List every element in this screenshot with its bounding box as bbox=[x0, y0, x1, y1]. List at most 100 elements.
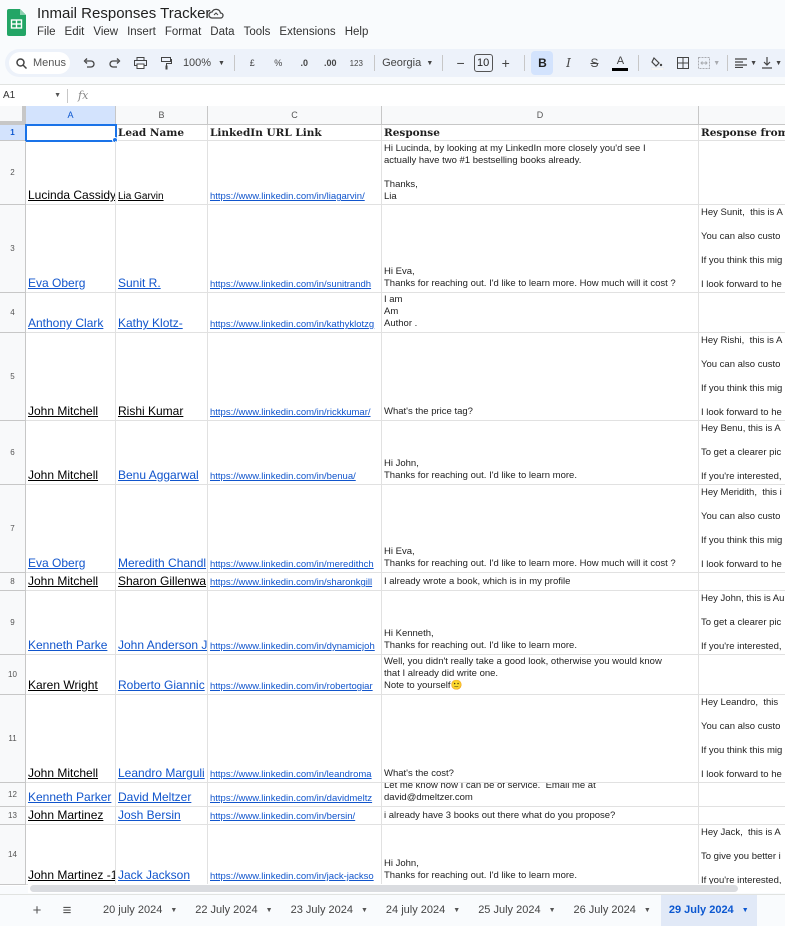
italic-button[interactable]: I bbox=[557, 51, 579, 75]
zoom-select[interactable]: 100% bbox=[182, 51, 213, 75]
sheet-tab-dropdown-icon[interactable]: ▼ bbox=[361, 907, 368, 914]
table-cell[interactable]: https://www.linkedin.com/in/leandroma bbox=[208, 695, 382, 783]
column-header-d[interactable]: D bbox=[382, 106, 699, 125]
font-dropdown-icon[interactable]: ▼ bbox=[425, 51, 435, 75]
linkedin-url-link[interactable]: https://www.linkedin.com/in/sunitrandh bbox=[210, 279, 379, 290]
table-cell[interactable]: Well, you didn't really take a good look… bbox=[382, 655, 699, 695]
table-cell[interactable] bbox=[699, 783, 785, 807]
table-cell[interactable]: Roberto Giannic bbox=[116, 655, 208, 695]
sheet-tab[interactable]: 24 july 2024 ▼ bbox=[378, 895, 468, 926]
table-cell[interactable]: https://www.linkedin.com/in/davidmeltz bbox=[208, 783, 382, 807]
sender-name[interactable]: John Mitchell bbox=[28, 766, 113, 780]
column-header-a[interactable]: A bbox=[26, 106, 116, 125]
table-cell[interactable]: I already wrote a book, which is in my p… bbox=[382, 573, 699, 591]
bold-button[interactable]: B bbox=[531, 51, 554, 75]
table-cell[interactable]: https://www.linkedin.com/in/rickkumar/ bbox=[208, 333, 382, 421]
sender-name[interactable]: John Mitchell bbox=[28, 574, 113, 588]
table-cell[interactable]: John Martinez bbox=[26, 807, 116, 825]
table-cell[interactable]: Hi John, Thanks for reaching out. I'd li… bbox=[382, 825, 699, 885]
cloud-saved-icon[interactable] bbox=[208, 7, 224, 21]
sheet-tab[interactable]: 20 july 2024 ▼ bbox=[95, 895, 185, 926]
table-cell[interactable]: Rishi Kumar bbox=[116, 333, 208, 421]
horizontal-scrollbar-thumb[interactable] bbox=[30, 885, 738, 892]
menu-help[interactable]: Help bbox=[345, 26, 374, 38]
sender-name[interactable]: John Mitchell bbox=[28, 468, 113, 482]
vertical-align-button[interactable]: ▼ bbox=[761, 51, 783, 75]
row-header[interactable]: 10 bbox=[0, 655, 26, 695]
table-cell[interactable]: https://www.linkedin.com/in/meredithch bbox=[208, 485, 382, 573]
text-color-button[interactable]: A bbox=[609, 51, 631, 75]
table-cell[interactable]: https://www.linkedin.com/in/jack-jackso bbox=[208, 825, 382, 885]
lead-name-link[interactable]: Leandro Marguli bbox=[118, 766, 205, 780]
table-cell[interactable]: Hi Lucinda, by looking at my LinkedIn mo… bbox=[382, 141, 699, 205]
sender-name[interactable]: Eva Oberg bbox=[28, 276, 113, 290]
table-cell[interactable]: Kenneth Parke bbox=[26, 591, 116, 655]
sheet-tab-dropdown-icon[interactable]: ▼ bbox=[170, 907, 177, 914]
row-header[interactable]: 14 bbox=[0, 825, 26, 885]
print-button[interactable] bbox=[130, 51, 152, 75]
table-cell[interactable]: Jack Jackson bbox=[116, 825, 208, 885]
sender-name[interactable]: Karen Wright bbox=[28, 678, 113, 692]
linkedin-url-link[interactable]: https://www.linkedin.com/in/leandroma bbox=[210, 769, 379, 780]
table-cell[interactable]: I am Am Author . bbox=[382, 293, 699, 333]
linkedin-url-link[interactable]: https://www.linkedin.com/in/davidmeltz bbox=[210, 793, 379, 804]
redo-button[interactable] bbox=[104, 51, 126, 75]
lead-name-link[interactable]: Kathy Klotz- bbox=[118, 316, 205, 330]
table-cell[interactable]: Hi Kenneth, Thanks for reaching out. I'd… bbox=[382, 591, 699, 655]
sender-name[interactable]: Kenneth Parke bbox=[28, 638, 113, 652]
lead-name-link[interactable]: Benu Aggarwal bbox=[118, 468, 205, 482]
table-cell[interactable]: Hey Rishi, this is A You can also custo … bbox=[699, 333, 785, 421]
sheet-tab[interactable]: 26 July 2024 ▼ bbox=[566, 895, 659, 926]
table-cell[interactable]: Meredith Chandl bbox=[116, 485, 208, 573]
table-cell[interactable]: What's the price tag? bbox=[382, 333, 699, 421]
sender-name[interactable]: Kenneth Parker bbox=[28, 790, 113, 804]
table-cell[interactable] bbox=[699, 807, 785, 825]
row-header[interactable]: 4 bbox=[0, 293, 26, 333]
zoom-dropdown-icon[interactable]: ▼ bbox=[217, 51, 227, 75]
font-family-select[interactable]: Georgia bbox=[382, 51, 421, 75]
table-cell[interactable]: John Anderson J bbox=[116, 591, 208, 655]
sender-name[interactable]: John Martinez bbox=[28, 808, 113, 822]
table-cell[interactable]: David Meltzer bbox=[116, 783, 208, 807]
lead-name-link[interactable]: Sunit R. bbox=[118, 276, 205, 290]
table-cell[interactable]: Kenneth Parker bbox=[26, 783, 116, 807]
table-cell[interactable]: John Mitchell bbox=[26, 573, 116, 591]
column-header-c[interactable]: C bbox=[208, 106, 382, 125]
table-cell[interactable]: John Mitchell bbox=[26, 695, 116, 783]
undo-button[interactable] bbox=[78, 51, 100, 75]
table-cell[interactable]: Hey Leandro, this You can also custo If … bbox=[699, 695, 785, 783]
table-cell[interactable]: John Mitchell bbox=[26, 333, 116, 421]
sender-name[interactable]: Anthony Clark bbox=[28, 316, 113, 330]
table-cell[interactable] bbox=[699, 293, 785, 333]
row-header-1[interactable]: 1 bbox=[0, 125, 26, 141]
linkedin-url-link[interactable]: https://www.linkedin.com/in/kathyklotzg bbox=[210, 319, 379, 330]
row-header[interactable]: 6 bbox=[0, 421, 26, 485]
horizontal-scrollbar[interactable] bbox=[28, 884, 785, 893]
table-cell[interactable]: https://www.linkedin.com/in/robertogiar bbox=[208, 655, 382, 695]
linkedin-url-link[interactable]: https://www.linkedin.com/in/liagarvin/ bbox=[210, 191, 379, 202]
menu-edit[interactable]: Edit bbox=[65, 26, 90, 38]
table-cell[interactable]: Hey Benu, this is A To get a clearer pic… bbox=[699, 421, 785, 485]
table-cell[interactable]: Hey Jack, this is A To give you better i… bbox=[699, 825, 785, 885]
spreadsheet-grid[interactable]: A B C D 1 Lead Name LinkedIn URL Link Response R… bbox=[0, 106, 785, 886]
lead-name-link[interactable]: Roberto Giannic bbox=[118, 678, 205, 692]
sheet-tab[interactable]: 23 July 2024 ▼ bbox=[283, 895, 376, 926]
table-cell[interactable]: Josh Bersin bbox=[116, 807, 208, 825]
horizontal-align-button[interactable]: ▼ bbox=[735, 51, 757, 75]
sheet-tab[interactable]: 22 July 2024 ▼ bbox=[187, 895, 280, 926]
name-box-dropdown-icon[interactable]: ▼ bbox=[54, 92, 61, 99]
row-header[interactable]: 12 bbox=[0, 783, 26, 807]
linkedin-url-link[interactable]: https://www.linkedin.com/in/rickkumar/ bbox=[210, 407, 379, 418]
table-cell[interactable]: Lia Garvin bbox=[116, 141, 208, 205]
row-header[interactable]: 3 bbox=[0, 205, 26, 293]
table-cell[interactable]: Hi Eva, Thanks for reaching out. I'd lik… bbox=[382, 485, 699, 573]
table-cell[interactable]: Lucinda Cassidy bbox=[26, 141, 116, 205]
google-sheets-logo-icon[interactable] bbox=[7, 9, 26, 36]
table-cell[interactable]: Eva Oberg bbox=[26, 485, 116, 573]
cell-a1-selected[interactable] bbox=[25, 124, 117, 142]
lead-name-link[interactable]: Jack Jackson bbox=[118, 868, 205, 882]
table-cell[interactable]: John Mitchell bbox=[26, 421, 116, 485]
linkedin-url-link[interactable]: https://www.linkedin.com/in/meredithch bbox=[210, 559, 379, 570]
table-cell[interactable]: Hey John, this is Au To get a clearer pi… bbox=[699, 591, 785, 655]
lead-name-link[interactable]: Lia Garvin bbox=[118, 191, 205, 202]
